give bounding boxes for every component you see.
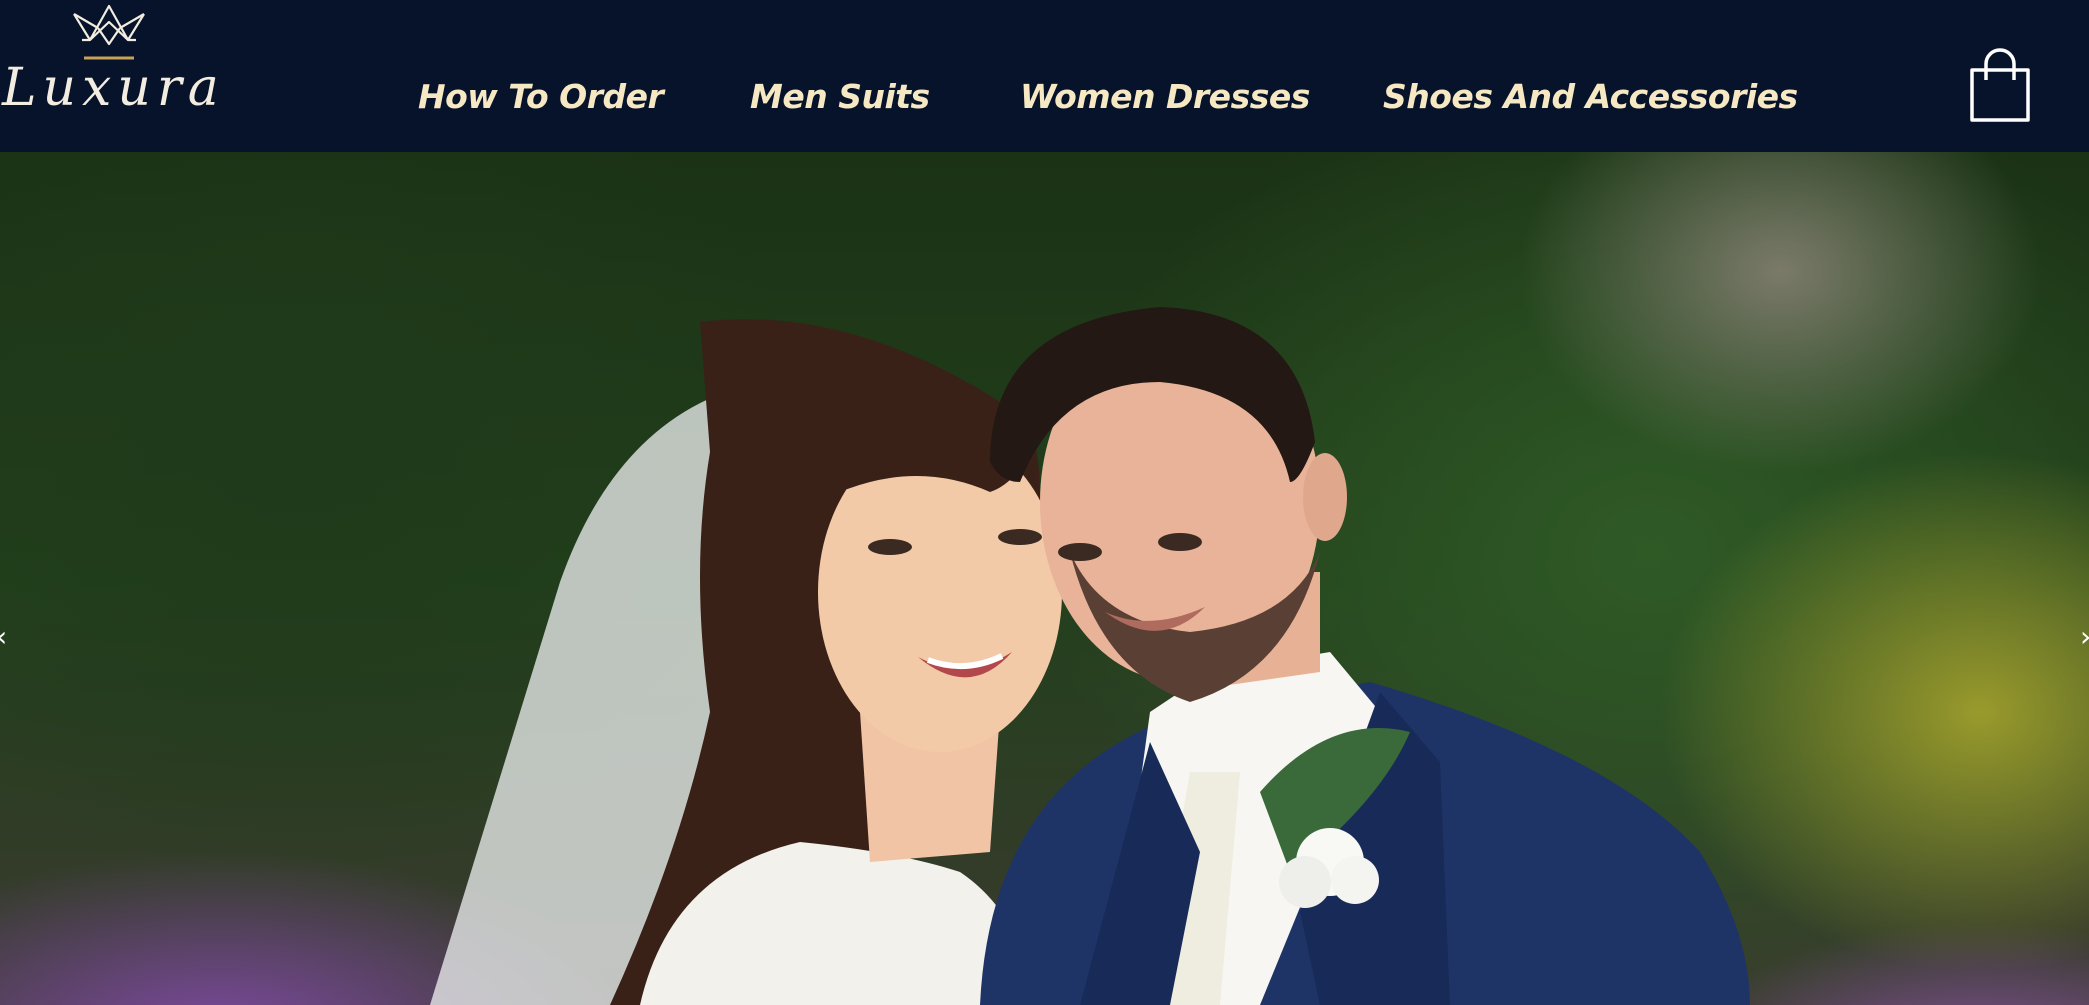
nav-shoes-and-accessories[interactable]: Shoes And Accessories xyxy=(1383,72,1798,122)
nav-how-to-order[interactable]: How To Order xyxy=(418,72,664,122)
nav-men-suits[interactable]: Men Suits xyxy=(750,72,930,122)
shopping-bag-icon xyxy=(1970,48,2030,122)
crown-logo-icon xyxy=(73,4,145,60)
cart-button[interactable] xyxy=(1966,48,2034,124)
hero-photo xyxy=(430,307,1750,1005)
slider-prev-arrow[interactable]: ‹ xyxy=(0,622,18,652)
main-nav: How To Order Men Suits Women Dresses Sho… xyxy=(0,72,2089,122)
site-header: Luxura How To Order Men Suits Women Dres… xyxy=(0,0,2089,152)
slider-next-arrow[interactable]: › xyxy=(2080,622,2089,652)
hero-slider: ‹ › xyxy=(0,152,2089,1005)
nav-women-dresses[interactable]: Women Dresses xyxy=(1020,72,1310,122)
